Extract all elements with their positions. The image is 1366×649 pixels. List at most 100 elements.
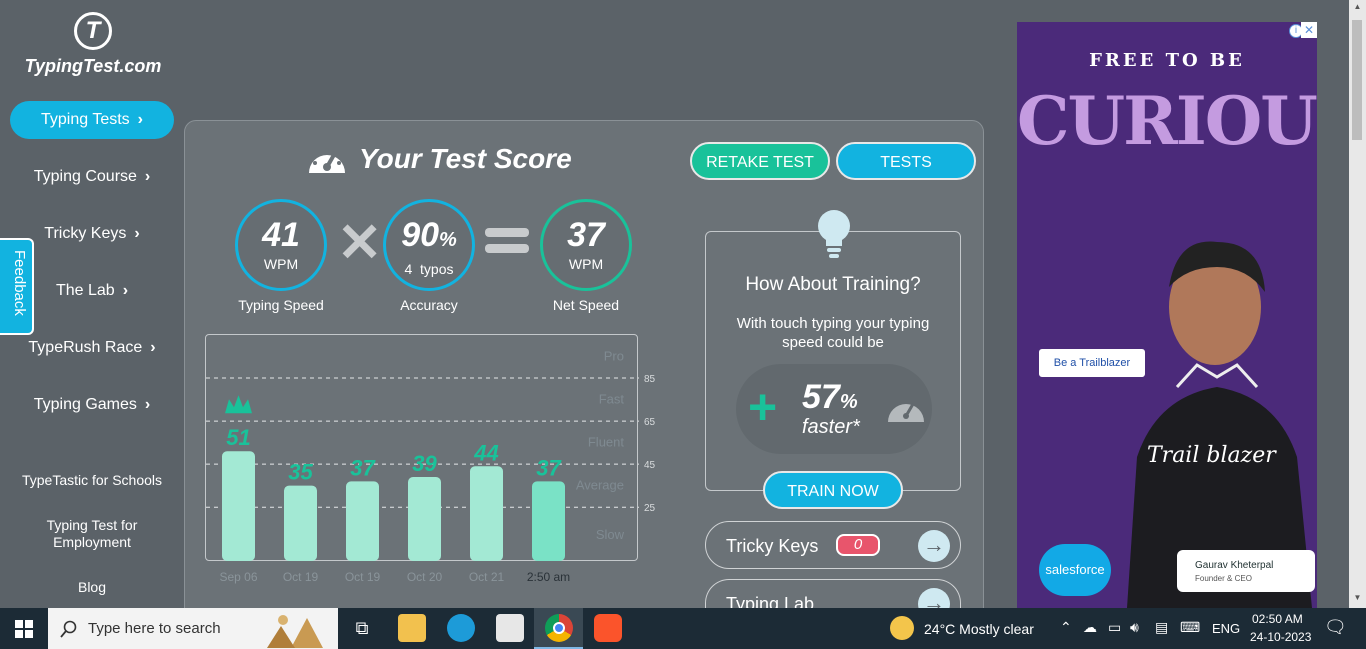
- chart-bar: [470, 466, 503, 561]
- score-title: Your Test Score: [305, 141, 572, 177]
- accuracy-ring: 90% 4 typos: [383, 199, 475, 291]
- language-indicator[interactable]: ENG: [1212, 621, 1240, 636]
- taskbar-search[interactable]: Type here to search: [48, 608, 338, 649]
- chrome-icon: [545, 614, 573, 642]
- link-typetastic[interactable]: TypeTastic for Schools: [10, 472, 174, 489]
- scroll-down-icon[interactable]: ▼: [1349, 593, 1366, 607]
- x-tick-label: Oct 19: [283, 570, 319, 584]
- nav-label: Typing Course: [33, 168, 137, 185]
- site-logo[interactable]: T TypingTest.com: [22, 12, 164, 77]
- x-tick-label: Sep 06: [219, 570, 257, 584]
- x-tick-label: 2:50 am: [527, 570, 570, 584]
- ad-person-role: Founder & CEO: [1195, 574, 1252, 583]
- bar-value-label: 37: [536, 455, 562, 480]
- bar-value-label: 44: [473, 440, 498, 465]
- x-tick-label: Oct 21: [469, 570, 505, 584]
- ad-headline: CURIOUS: [1017, 82, 1317, 160]
- chrome-taskbar-active[interactable]: [534, 608, 583, 649]
- chart-bar: [408, 477, 441, 561]
- net-speed-value: 37: [567, 216, 605, 254]
- x-tick-label: Oct 20: [407, 570, 443, 584]
- typing-speed-unit: WPM: [263, 256, 299, 272]
- nav-label: TypeRush Race: [28, 339, 143, 356]
- tricky-keys-label: Tricky Keys: [726, 536, 819, 556]
- nav-tricky-keys[interactable]: Tricky Keys ›: [10, 215, 174, 253]
- typing-speed-value: 41: [262, 216, 300, 254]
- cloud-icon[interactable]: ☁: [1083, 619, 1097, 636]
- train-now-button[interactable]: TRAIN NOW: [763, 471, 903, 509]
- brave-browser-icon[interactable]: [594, 614, 622, 642]
- y-tick-label: 25: [644, 503, 656, 514]
- net-speed-label: Net Speed: [552, 297, 620, 313]
- typing-speed-ring: 41 WPM: [235, 199, 327, 291]
- nav-typing-course[interactable]: Typing Course ›: [10, 158, 174, 196]
- tricky-keys-row[interactable]: Tricky Keys 0 →: [705, 521, 961, 569]
- net-speed-unit: WPM: [568, 256, 604, 272]
- battery-icon[interactable]: ▭: [1108, 619, 1121, 636]
- nav-typerush-race[interactable]: TypeRush Race ›: [10, 329, 174, 367]
- keyboard-icon[interactable]: ⌨: [1180, 619, 1200, 636]
- chart-bar: [346, 481, 379, 561]
- faster-label: faster*: [802, 416, 860, 438]
- chart-bar: [284, 485, 317, 561]
- y-tick-label: 65: [644, 417, 656, 428]
- chevron-right-icon: ›: [137, 111, 143, 128]
- volume-icon[interactable]: 🔊︎: [1130, 619, 1139, 636]
- typos-count: 4 typos: [404, 261, 454, 277]
- chevron-right-icon: ›: [144, 396, 151, 413]
- ad-close-icon[interactable]: ✕: [1301, 22, 1317, 38]
- scroll-up-icon[interactable]: ▲: [1349, 2, 1366, 16]
- link-employment[interactable]: Typing Test for Employment: [30, 517, 154, 551]
- bar-value-label: 37: [350, 455, 376, 480]
- arrow-right-icon[interactable]: →: [918, 530, 950, 562]
- scrollbar-thumb[interactable]: [1352, 20, 1362, 140]
- y-tick-label: 45: [644, 460, 656, 471]
- nav-label: Typing Games: [33, 396, 137, 413]
- search-icon: [60, 620, 77, 638]
- accuracy-label: Accuracy: [400, 297, 458, 313]
- search-placeholder: Type here to search: [88, 620, 221, 637]
- weather-text[interactable]: 24°C Mostly clear: [924, 621, 1034, 637]
- bar-value-label: 35: [288, 460, 313, 485]
- bar-value-label: 39: [412, 451, 437, 476]
- band-label: Slow: [596, 527, 625, 542]
- accuracy-value: 90%: [401, 216, 457, 254]
- tests-button[interactable]: TESTS: [836, 142, 976, 180]
- tricky-keys-badge: 0: [836, 534, 880, 556]
- svg-text:Trail blazer: Trail blazer: [1147, 443, 1277, 468]
- edge-browser-icon[interactable]: [447, 614, 475, 642]
- chevron-up-icon[interactable]: ⌃: [1060, 619, 1072, 636]
- typing-speed-label: Typing Speed: [238, 297, 324, 313]
- ad-name-card: Gaurav Kheterpal Founder & CEO: [1177, 550, 1315, 592]
- retake-test-button[interactable]: RETAKE TEST: [690, 142, 830, 180]
- ad-trailblazer-button[interactable]: Be a Trailblazer: [1039, 349, 1145, 377]
- nav-typing-tests[interactable]: Typing Tests ›: [10, 101, 174, 139]
- speedometer-icon: [888, 403, 924, 422]
- ad-headline-top: FREE TO BE: [1089, 50, 1245, 71]
- score-card: Your Test Score RETAKE TEST TESTS 41 WPM…: [184, 120, 984, 631]
- lightbulb-icon: [818, 210, 850, 258]
- chart-bar: [222, 451, 255, 561]
- advertisement[interactable]: FREE TO BE CURIOUS Trail blazer Be a Tra…: [1017, 22, 1317, 608]
- band-label: Pro: [604, 349, 624, 364]
- clock-time[interactable]: 02:50 AM: [1252, 612, 1303, 626]
- network-icon[interactable]: ▤: [1155, 619, 1168, 636]
- notifications-icon[interactable]: 🗨︎: [1324, 617, 1347, 638]
- link-blog[interactable]: Blog: [10, 579, 174, 596]
- microsoft-store-icon[interactable]: [496, 614, 524, 642]
- nav-typing-games[interactable]: Typing Games ›: [10, 386, 174, 424]
- feedback-tab[interactable]: Feedback: [0, 238, 34, 335]
- windows-start-icon[interactable]: [15, 620, 33, 638]
- nav-the-lab[interactable]: The Lab ›: [10, 272, 174, 310]
- chevron-right-icon: ›: [150, 339, 156, 356]
- file-explorer-icon[interactable]: [398, 614, 426, 642]
- weather-moon-icon: [890, 616, 914, 640]
- chevron-right-icon: ›: [144, 168, 151, 185]
- training-title: How About Training?: [745, 274, 921, 295]
- crown-icon: [225, 395, 252, 414]
- clock-date[interactable]: 24-10-2023: [1250, 630, 1311, 644]
- task-view-icon[interactable]: ⧉: [348, 614, 376, 642]
- windows-taskbar: Type here to search ⧉ 24°C Mostly clear …: [0, 608, 1366, 649]
- logo-mark-icon: T: [74, 12, 112, 50]
- training-subtitle: With touch typing your typing speed coul…: [736, 315, 930, 351]
